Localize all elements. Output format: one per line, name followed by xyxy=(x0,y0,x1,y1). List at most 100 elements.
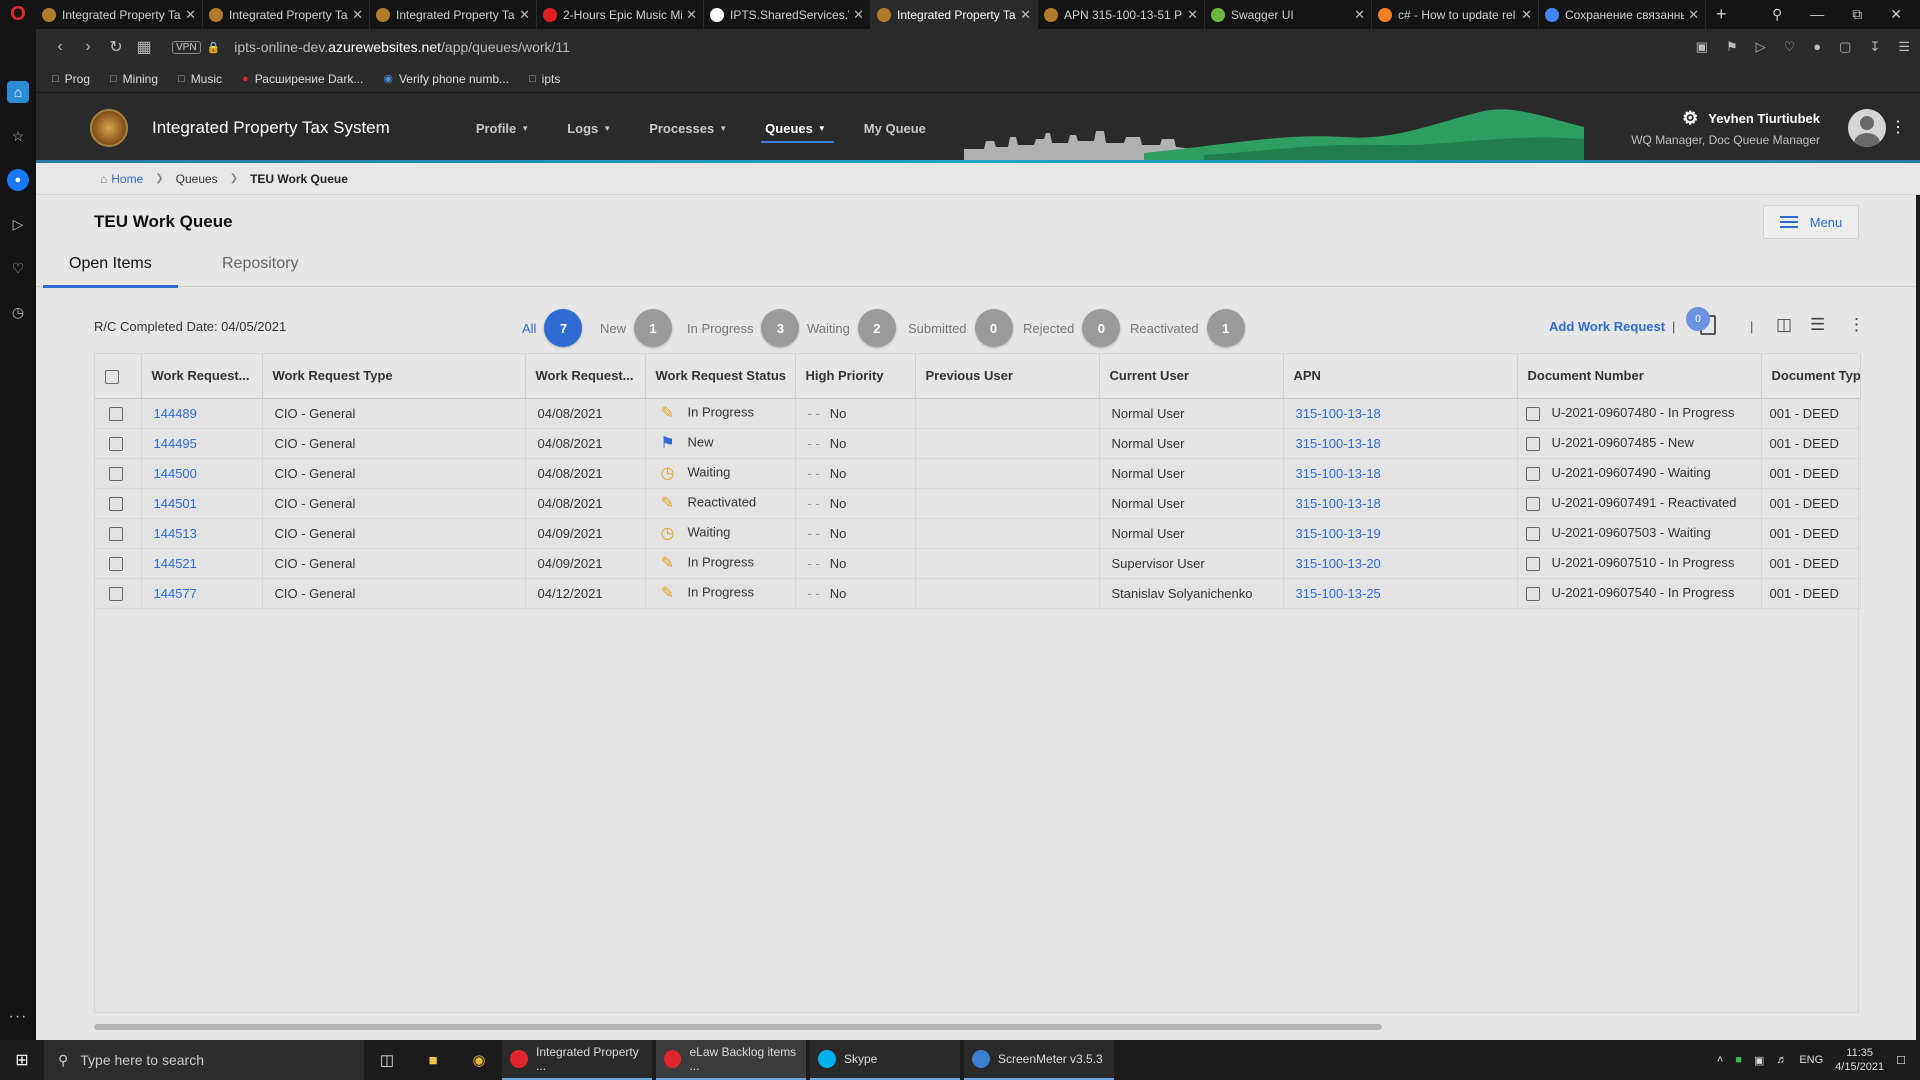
tab-repository[interactable]: Repository xyxy=(222,255,298,287)
document-checkbox[interactable] xyxy=(1525,496,1540,511)
taskbar-app-button[interactable]: Integrated Property ... xyxy=(502,1040,652,1080)
row-checkbox[interactable] xyxy=(109,496,123,511)
browser-tab[interactable]: Integrated Property Tax ✕ xyxy=(370,0,537,29)
apn-link[interactable]: 315-100-13-19 xyxy=(1283,518,1518,549)
windows-start-icon[interactable]: ⊞ xyxy=(0,1050,44,1070)
browser-tab[interactable]: Swagger UI ✕ xyxy=(1205,0,1372,29)
extension-icon[interactable]: ● xyxy=(1813,39,1821,55)
home-icon[interactable]: ⌂ xyxy=(100,172,107,186)
row-checkbox[interactable] xyxy=(109,586,123,601)
close-icon[interactable]: ✕ xyxy=(1890,6,1902,23)
taskbar-search[interactable]: ⚲ Type here to search xyxy=(44,1040,364,1080)
close-tab-icon[interactable]: ✕ xyxy=(1688,7,1699,23)
forward-icon[interactable]: › xyxy=(74,38,102,56)
close-tab-icon[interactable]: ✕ xyxy=(1187,7,1198,23)
camera-icon[interactable]: ▣ xyxy=(1696,39,1708,55)
scrollbar-thumb[interactable] xyxy=(94,1024,1383,1030)
column-header[interactable]: Work Request... xyxy=(525,354,646,399)
close-tab-icon[interactable]: ✕ xyxy=(1521,7,1532,23)
notifications-icon[interactable]: ☐ xyxy=(1896,1054,1906,1067)
browser-tab[interactable]: IPTS.SharedServices.We ✕ xyxy=(704,0,871,29)
browser-tab[interactable]: Integrated Property Tax ✕ xyxy=(203,0,370,29)
table-row[interactable]: 144577 CIO - General 04/12/2021 ✎ In Progres… xyxy=(95,578,1861,609)
task-view-icon[interactable]: ◫ xyxy=(364,1051,410,1069)
download-icon[interactable]: ↧ xyxy=(1869,39,1880,55)
close-tab-icon[interactable]: ✕ xyxy=(686,7,697,23)
close-tab-icon[interactable]: ✕ xyxy=(352,7,363,23)
table-row[interactable]: 144501 CIO - General 04/08/2021 ✎ Reactivate… xyxy=(95,488,1861,519)
vpn-badge[interactable]: VPN xyxy=(172,40,201,54)
columns-icon[interactable]: ◫ xyxy=(1776,315,1792,335)
row-checkbox[interactable] xyxy=(109,526,123,541)
column-header[interactable]: High Priority xyxy=(795,354,916,399)
column-header[interactable]: Previous User xyxy=(915,354,1100,399)
volume-icon[interactable]: ♬ xyxy=(1776,1054,1787,1066)
row-checkbox[interactable] xyxy=(109,436,123,451)
browser-tab[interactable]: Сохранение связанны ✕ xyxy=(1539,0,1706,29)
nav-item-logs[interactable]: Logs ▼ xyxy=(567,93,611,163)
browser-tab[interactable]: c# - How to update rel ✕ xyxy=(1372,0,1539,29)
table-row[interactable]: 144521 CIO - General 04/09/2021 ✎ In Progres… xyxy=(95,548,1861,579)
bookmark-item[interactable]: □ ipts xyxy=(529,72,560,86)
column-header[interactable]: APN xyxy=(1283,354,1518,399)
work-request-id-link[interactable]: 144495 xyxy=(141,428,263,459)
maximize-icon[interactable]: ⧉ xyxy=(1852,6,1862,23)
file-explorer-icon[interactable]: ■ xyxy=(410,1052,456,1069)
select-all-checkbox[interactable] xyxy=(105,369,119,384)
nav-item-profile[interactable]: Profile ▼ xyxy=(476,93,529,163)
taskbar-app-button[interactable]: eLaw Backlog items ... xyxy=(656,1040,806,1080)
nav-item-processes[interactable]: Processes ▼ xyxy=(649,93,727,163)
more-vertical-icon[interactable]: ⋮ xyxy=(1848,315,1865,335)
close-tab-icon[interactable]: ✕ xyxy=(1020,7,1031,23)
close-tab-icon[interactable]: ✕ xyxy=(185,7,196,23)
document-checkbox[interactable] xyxy=(1525,436,1540,451)
status-filter-submitted[interactable]: Submitted 0 xyxy=(908,309,1013,347)
easy-setup-icon[interactable]: ☰ xyxy=(1898,39,1910,55)
bookmark-item[interactable]: ● Расширение Dark... xyxy=(242,72,363,86)
status-filter-reactivated[interactable]: Reactivated 1 xyxy=(1130,309,1245,347)
horizontal-scrollbar[interactable] xyxy=(94,1024,1859,1032)
app-title[interactable]: Integrated Property Tax System xyxy=(152,118,390,138)
bookmark-item[interactable]: □ Music xyxy=(178,72,222,86)
breadcrumb-queues[interactable]: Queues xyxy=(176,172,218,186)
play-icon[interactable]: ▷ xyxy=(7,213,29,235)
opera-logo-icon[interactable]: O xyxy=(0,0,36,29)
close-tab-icon[interactable]: ✕ xyxy=(853,7,864,23)
filter-icon[interactable]: ☰ xyxy=(1810,315,1825,335)
bookmark-item[interactable]: □ Mining xyxy=(110,72,158,86)
status-filter-rejected[interactable]: Rejected 0 xyxy=(1023,309,1121,347)
apn-link[interactable]: 315-100-13-18 xyxy=(1283,488,1518,519)
gear-icon[interactable]: ⚙ xyxy=(1682,108,1698,129)
document-checkbox[interactable] xyxy=(1525,406,1540,421)
close-tab-icon[interactable]: ✕ xyxy=(519,7,530,23)
column-header[interactable]: Work Request Status xyxy=(645,354,796,399)
search-icon[interactable]: ⚲ xyxy=(1772,6,1782,23)
breadcrumb-home[interactable]: Home xyxy=(111,172,143,186)
table-row[interactable]: 144513 CIO - General 04/09/2021 ◷ Waiting - -… xyxy=(95,518,1861,549)
browser-tab[interactable]: 2-Hours Epic Music Mix ✕ xyxy=(537,0,704,29)
home-icon[interactable]: ⌂ xyxy=(7,81,29,103)
history-icon[interactable]: ◷ xyxy=(7,301,29,323)
work-request-id-link[interactable]: 144500 xyxy=(141,458,263,489)
status-filter-in-progress[interactable]: In Progress 3 xyxy=(687,309,800,347)
taskbar-app-button[interactable]: ScreenMeter v3.5.3 xyxy=(964,1040,1114,1080)
column-header[interactable]: Document Typ xyxy=(1761,354,1861,399)
status-filter-waiting[interactable]: Waiting 2 xyxy=(807,309,896,347)
table-row[interactable]: 144500 CIO - General 04/08/2021 ◷ Waiting - -… xyxy=(95,458,1861,489)
bookmark-item[interactable]: □ Prog xyxy=(52,72,90,86)
back-icon[interactable]: ‹ xyxy=(46,38,74,56)
work-request-id-link[interactable]: 144577 xyxy=(141,578,263,609)
column-header[interactable]: Work Request... xyxy=(141,354,263,399)
work-request-id-link[interactable]: 144521 xyxy=(141,548,263,579)
apn-link[interactable]: 315-100-13-18 xyxy=(1283,398,1518,429)
network-icon[interactable]: ▣ xyxy=(1754,1054,1764,1067)
avatar[interactable] xyxy=(1848,109,1886,147)
document-checkbox[interactable] xyxy=(1525,466,1540,481)
apn-link[interactable]: 315-100-13-18 xyxy=(1283,428,1518,459)
language-indicator[interactable]: ENG xyxy=(1799,1054,1823,1066)
reload-icon[interactable]: ↻ xyxy=(102,37,130,57)
nav-item-queues[interactable]: Queues ▼ xyxy=(761,93,834,163)
browser-tab[interactable]: Integrated Property Tax ✕ xyxy=(36,0,203,29)
shield-icon[interactable]: ⚑ xyxy=(1726,39,1738,55)
menu-button[interactable]: Menu xyxy=(1763,205,1859,239)
